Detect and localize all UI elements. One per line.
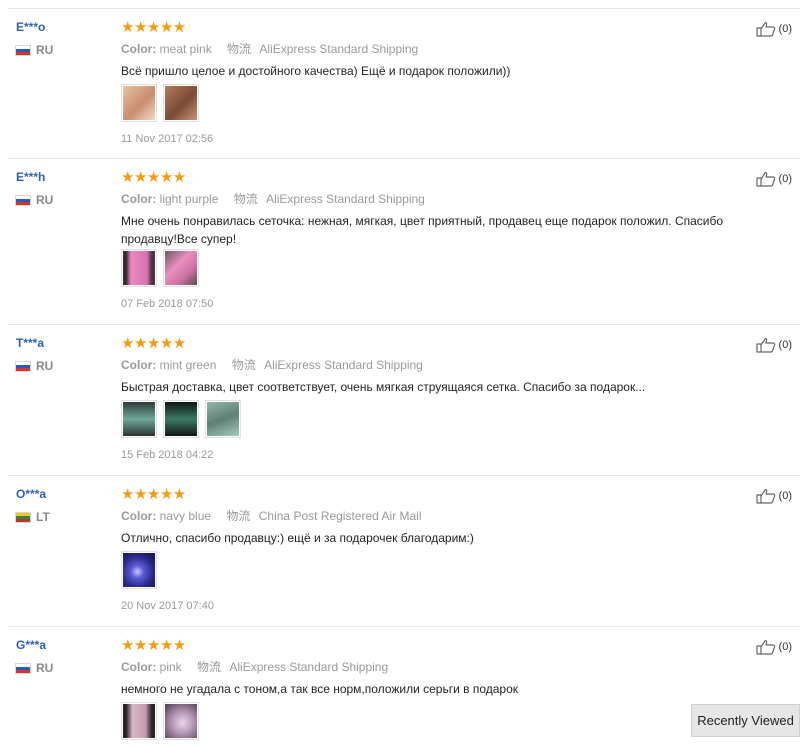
thumbs-up-icon[interactable] (755, 337, 776, 353)
helpful-vote[interactable]: (0) (755, 488, 792, 504)
review-photos (121, 551, 163, 589)
color-value: mint green (159, 358, 217, 372)
reviewer-country: RU (15, 359, 53, 373)
feedback-item: E***h RU ★★★★★ Color: light purple 物流 Al… (8, 159, 800, 325)
shipping-label: 物流 (233, 192, 258, 206)
thumbs-up-icon[interactable] (755, 171, 776, 187)
review-text: Быстрая доставка, цвет соответствует, оч… (121, 380, 646, 394)
review-text: Мне очень понравилась сеточка: нежная, м… (121, 214, 724, 246)
shipping-method: China Post Registered Air Mail (258, 509, 422, 523)
lithuania-flag-icon (15, 511, 31, 523)
reviewer-name[interactable]: E***h (16, 170, 45, 184)
helpful-count: (0) (778, 339, 792, 351)
review-text: немного не угадала с тоном,а так все нор… (121, 682, 519, 696)
color-label: Color: (121, 192, 157, 206)
country-code: RU (36, 661, 54, 675)
country-code: RU (36, 359, 54, 373)
feedback-item: E***o RU ★★★★★ Color: meat pink 物流 AliEx… (8, 9, 800, 159)
order-info: Color: meat pink 物流 AliExpress Standard … (121, 40, 418, 57)
review-photo-thumbnail[interactable] (205, 400, 241, 438)
thumbs-up-icon[interactable] (755, 639, 776, 655)
reviewer-name[interactable]: G***a (16, 638, 46, 652)
thumbs-up-icon[interactable] (755, 21, 776, 37)
feedback-item: G***a RU ★★★★★ Color: pink 物流 AliExpress… (8, 627, 800, 747)
helpful-count: (0) (778, 173, 792, 185)
review-photos (121, 249, 205, 287)
helpful-vote[interactable]: (0) (755, 171, 792, 187)
reviewer-country: LT (15, 510, 50, 524)
thumbs-up-icon[interactable] (755, 488, 776, 504)
review-text: Отлично, спасибо продавцу:) ещё и за под… (121, 531, 474, 545)
helpful-count: (0) (778, 23, 792, 35)
review-photo-thumbnail[interactable] (121, 400, 157, 438)
color-value: light purple (159, 192, 219, 206)
feedback-item: O***a LT ★★★★★ Color: navy blue 物流 China… (8, 476, 800, 627)
order-info: Color: pink 物流 AliExpress Standard Shipp… (121, 658, 388, 675)
order-info: Color: navy blue 物流 China Post Registere… (121, 507, 422, 524)
country-code: LT (36, 510, 50, 524)
reviewer-country: RU (15, 193, 53, 207)
review-photo-thumbnail[interactable] (121, 702, 157, 740)
star-rating: ★★★★★ (121, 335, 186, 352)
review-photo-thumbnail[interactable] (163, 702, 199, 740)
review-photo-thumbnail[interactable] (163, 400, 199, 438)
star-rating: ★★★★★ (121, 19, 186, 36)
review-photo-thumbnail[interactable] (121, 551, 157, 589)
reviewer-country: RU (15, 661, 53, 675)
color-label: Color: (121, 509, 157, 523)
helpful-count: (0) (778, 641, 792, 653)
reviewer-name[interactable]: O***a (16, 487, 46, 501)
helpful-count: (0) (778, 490, 792, 502)
shipping-label: 物流 (226, 509, 251, 523)
review-photo-thumbnail[interactable] (121, 84, 157, 122)
order-info: Color: light purple 物流 AliExpress Standa… (121, 190, 425, 207)
russia-flag-icon (15, 194, 31, 206)
review-photo-thumbnail[interactable] (163, 249, 199, 287)
star-rating: ★★★★★ (121, 486, 186, 503)
review-date: 11 Nov 2017 02:56 (121, 133, 214, 145)
color-value: pink (159, 660, 182, 674)
country-code: RU (36, 193, 54, 207)
star-rating: ★★★★★ (121, 637, 186, 654)
order-info: Color: mint green 物流 AliExpress Standard… (121, 356, 423, 373)
russia-flag-icon (15, 44, 31, 56)
shipping-method: AliExpress Standard Shipping (229, 660, 389, 674)
review-photos (121, 400, 247, 438)
reviewer-name[interactable]: T***a (16, 336, 44, 350)
helpful-vote[interactable]: (0) (755, 337, 792, 353)
recently-viewed-button[interactable]: Recently Viewed (691, 704, 800, 737)
helpful-vote[interactable]: (0) (755, 21, 792, 37)
review-date: 07 Feb 2018 07:50 (121, 298, 214, 310)
shipping-label: 物流 (197, 660, 222, 674)
feedback-list: E***o RU ★★★★★ Color: meat pink 物流 AliEx… (0, 9, 800, 747)
shipping-method: AliExpress Standard Shipping (259, 42, 419, 56)
shipping-method: AliExpress Standard Shipping (266, 192, 425, 206)
review-photos (121, 84, 205, 122)
shipping-label: 物流 (231, 358, 256, 372)
review-photo-thumbnail[interactable] (163, 84, 199, 122)
russia-flag-icon (15, 662, 31, 674)
review-text: Всё пришло целое и достойного качества) … (121, 64, 511, 78)
review-date: 15 Feb 2018 04:22 (121, 449, 214, 461)
feedback-item: T***a RU ★★★★★ Color: mint green 物流 AliE… (8, 325, 800, 476)
color-value: meat pink (159, 42, 212, 56)
color-label: Color: (121, 660, 157, 674)
color-label: Color: (121, 358, 157, 372)
shipping-label: 物流 (227, 42, 252, 56)
review-date: 20 Nov 2017 07:40 (121, 600, 214, 612)
shipping-method: AliExpress Standard Shipping (264, 358, 423, 372)
reviewer-country: RU (15, 43, 53, 57)
review-photos (121, 702, 205, 740)
country-code: RU (36, 43, 54, 57)
reviewer-name[interactable]: E***o (16, 20, 45, 34)
star-rating: ★★★★★ (121, 169, 186, 186)
color-label: Color: (121, 42, 157, 56)
review-photo-thumbnail[interactable] (121, 249, 157, 287)
russia-flag-icon (15, 360, 31, 372)
helpful-vote[interactable]: (0) (755, 639, 792, 655)
color-value: navy blue (159, 509, 212, 523)
